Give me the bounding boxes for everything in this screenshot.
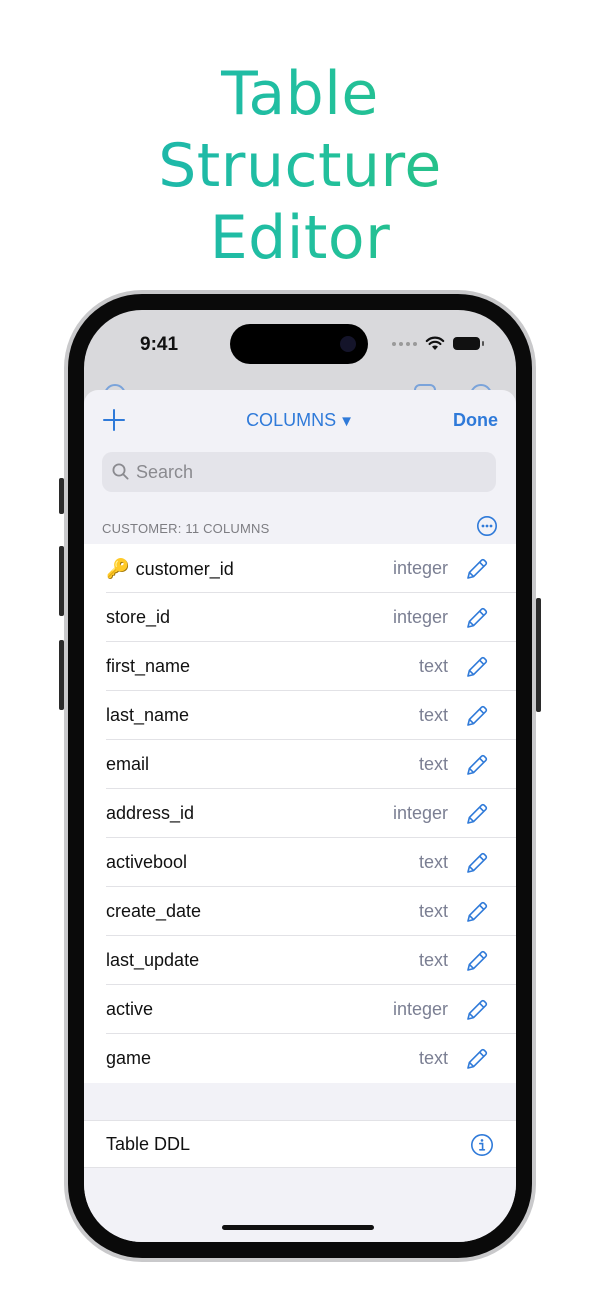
search-icon <box>112 463 129 480</box>
headline-line-2: Structure <box>0 130 600 202</box>
headline-line-3: Editor <box>0 202 600 274</box>
column-row[interactable]: active integer <box>84 985 516 1034</box>
column-row[interactable]: first_name text <box>84 642 516 691</box>
column-name-text: last_name <box>106 705 190 725</box>
column-name: 🔑 customer_id <box>106 557 234 581</box>
primary-key-icon: 🔑 <box>106 558 130 580</box>
table-ddl-row[interactable]: Table DDL <box>84 1120 516 1168</box>
column-type: text <box>418 705 448 725</box>
table-ddl-label: Table DDL <box>106 1134 191 1154</box>
pencil-icon[interactable] <box>464 850 490 876</box>
column-type: integer <box>392 558 448 578</box>
column-row[interactable]: activebool text <box>84 838 516 887</box>
pencil-icon[interactable] <box>464 654 490 680</box>
column-name-text: address_id <box>106 803 195 823</box>
pencil-icon[interactable] <box>464 556 490 582</box>
column-name-text: customer_id <box>135 558 234 579</box>
pencil-icon[interactable] <box>464 703 490 729</box>
status-icons <box>392 336 484 351</box>
search-bar[interactable] <box>102 452 496 492</box>
dynamic-island <box>230 324 368 364</box>
wifi-icon <box>425 336 445 350</box>
pencil-icon[interactable] <box>464 1046 490 1072</box>
column-name-text: game <box>106 1048 152 1068</box>
status-time: 9:41 <box>140 334 179 355</box>
status-bar: 9:41 <box>84 310 516 380</box>
info-circle-icon[interactable] <box>470 1133 494 1157</box>
pencil-icon[interactable] <box>464 899 490 925</box>
column-name: active <box>106 999 153 1020</box>
pencil-icon[interactable] <box>464 605 490 631</box>
column-row[interactable]: 🔑 customer_id integer <box>84 544 516 593</box>
column-name-text: email <box>106 754 150 774</box>
column-name: first_name <box>106 656 190 677</box>
phone-screen: 9:41 COLUMNS ▼ Done Search CUSTOMER: 11 … <box>84 310 516 1242</box>
pencil-icon[interactable] <box>464 801 490 827</box>
column-row[interactable]: address_id integer <box>84 789 516 838</box>
column-type: text <box>418 852 448 872</box>
columns-list: 🔑 customer_id integer store_id integer first_… <box>84 544 516 1083</box>
columns-title-menu[interactable]: COLUMNS ▼ <box>84 410 516 431</box>
phone-frame: 9:41 COLUMNS ▼ Done Search CUSTOMER: 11 … <box>64 290 536 1262</box>
home-indicator <box>222 1225 374 1230</box>
nav-title-label: COLUMNS <box>246 410 337 430</box>
sheet-navigation-bar: COLUMNS ▼ Done <box>84 390 516 452</box>
column-row[interactable]: last_name text <box>84 691 516 740</box>
pencil-icon[interactable] <box>464 948 490 974</box>
camera-icon <box>340 336 356 352</box>
column-type: integer <box>392 607 448 627</box>
search-input[interactable] <box>136 461 496 483</box>
column-type: text <box>418 901 448 921</box>
power-button <box>536 598 541 712</box>
column-row[interactable]: last_update text <box>84 936 516 985</box>
columns-sheet: COLUMNS▼ Done CUSTOMER: 11 COLUMNS <box>84 390 516 1242</box>
column-type: text <box>418 754 448 774</box>
section-header: CUSTOMER: 11 COLUMNS <box>102 521 270 536</box>
column-name: activebool <box>106 852 187 873</box>
column-name-text: create_date <box>106 901 202 921</box>
column-name-text: first_name <box>106 656 191 676</box>
chevron-down-icon: ▼ <box>339 413 354 430</box>
column-name-text: activebool <box>106 852 188 872</box>
headline-line-1: Table <box>0 58 600 130</box>
ellipsis-circle-icon[interactable] <box>476 515 498 537</box>
column-name-text: store_id <box>106 607 171 627</box>
column-name: email <box>106 754 149 775</box>
column-row[interactable]: email text <box>84 740 516 789</box>
column-name: last_update <box>106 950 199 971</box>
column-row[interactable]: create_date text <box>84 887 516 936</box>
column-name-text: active <box>106 999 154 1019</box>
column-name-text: last_update <box>106 950 200 970</box>
column-type: integer <box>392 803 448 823</box>
column-type: text <box>418 950 448 970</box>
phone-bezel: 9:41 COLUMNS ▼ Done Search CUSTOMER: 11 … <box>68 294 532 1258</box>
column-name: game <box>106 1048 151 1069</box>
column-row[interactable]: game text <box>84 1034 516 1083</box>
column-type: integer <box>392 999 448 1019</box>
column-name: last_name <box>106 705 189 726</box>
column-name: address_id <box>106 803 194 824</box>
column-type: text <box>418 656 448 676</box>
done-button[interactable]: Done <box>453 410 498 431</box>
column-row[interactable]: store_id integer <box>84 593 516 642</box>
headline: Table Structure Editor <box>0 58 600 274</box>
column-name: store_id <box>106 607 170 628</box>
column-type: text <box>418 1048 448 1068</box>
pencil-icon[interactable] <box>464 997 490 1023</box>
column-name: create_date <box>106 901 201 922</box>
cellular-dots-icon <box>392 341 417 346</box>
pencil-icon[interactable] <box>464 752 490 778</box>
battery-icon <box>453 337 484 350</box>
